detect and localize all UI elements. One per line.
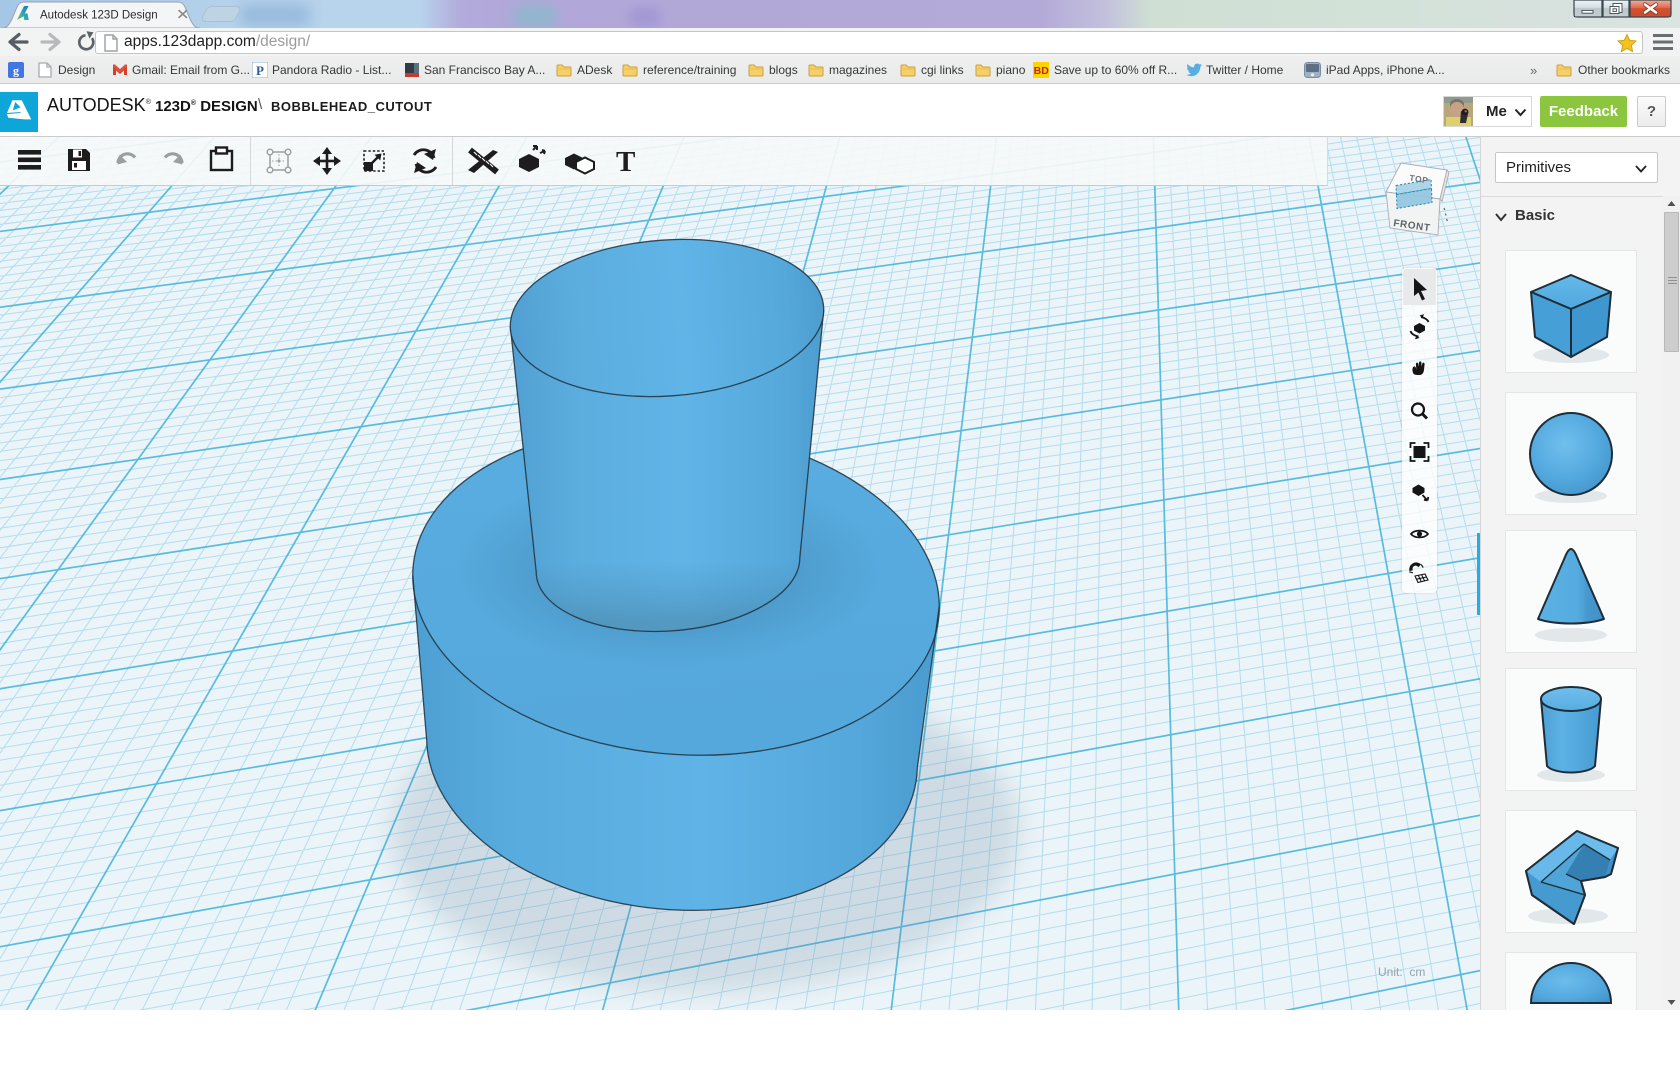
svg-text:Autodesk 123D Design: Autodesk 123D Design [40,10,158,22]
svg-text:g: g [13,64,19,78]
svg-text:T: T [616,146,635,178]
svg-text:P: P [256,63,264,78]
svg-text:BD: BD [1034,65,1049,77]
